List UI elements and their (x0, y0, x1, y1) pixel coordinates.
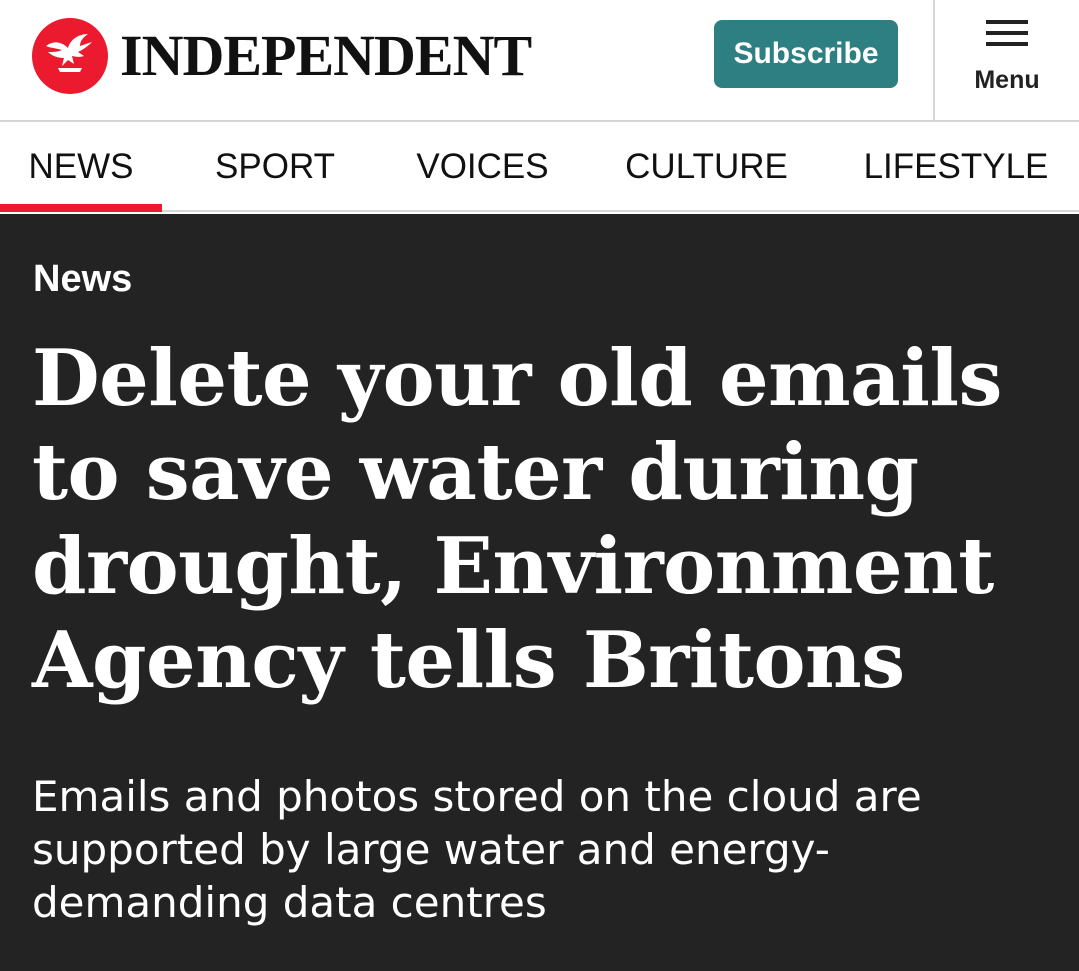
tab-culture[interactable]: CULTURE (615, 122, 798, 212)
site-logo[interactable]: INDEPENDENT (32, 18, 532, 94)
section-nav: NEWS SPORT VOICES CULTURE LIFESTYLE (0, 122, 1079, 212)
subscribe-button[interactable]: Subscribe (714, 20, 898, 88)
section-link[interactable]: News (33, 258, 132, 301)
hamburger-icon (986, 20, 1028, 46)
tab-lifestyle[interactable]: LIFESTYLE (858, 122, 1054, 212)
menu-button[interactable]: Menu (935, 0, 1079, 120)
tab-sport[interactable]: SPORT (190, 122, 360, 212)
tab-voices[interactable]: VOICES (400, 122, 565, 212)
article-header: News Delete your old emails to save wate… (0, 214, 1079, 971)
site-header: INDEPENDENT Subscribe Menu (0, 0, 1079, 122)
article-standfirst: Emails and photos stored on the cloud ar… (32, 772, 922, 927)
eagle-icon (32, 18, 108, 94)
tab-news[interactable]: NEWS (0, 122, 162, 212)
logo-wordmark: INDEPENDENT (120, 23, 532, 88)
menu-label: Menu (974, 66, 1040, 94)
article-headline: Delete your old emails to save water dur… (32, 333, 1002, 706)
